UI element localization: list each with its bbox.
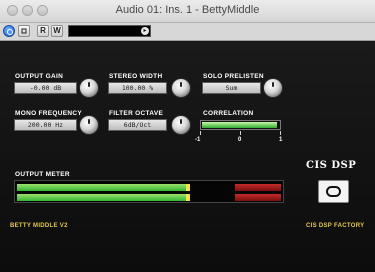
correlation-scale-mid: 0	[238, 137, 242, 143]
correlation-scale-min: -1	[195, 137, 201, 143]
power-button[interactable]	[3, 25, 15, 37]
stereo-width-label: STEREO WIDTH	[109, 73, 163, 80]
output-meter-left-peak	[186, 184, 190, 191]
correlation-label: CORRELATION	[203, 110, 254, 117]
output-meter-right-channel	[17, 194, 281, 201]
knob-indicator	[180, 119, 182, 124]
stereo-width-knob[interactable]	[172, 79, 190, 97]
correlation-tick	[200, 131, 201, 135]
output-gain-label: OUTPUT GAIN	[15, 73, 64, 80]
bypass-icon	[21, 28, 27, 34]
host-toolbar: R W ▸	[0, 23, 375, 41]
preset-selector[interactable]: ▸	[68, 25, 151, 37]
mono-frequency-label: MONO FREQUENCY	[15, 110, 83, 117]
window-titlebar: Audio 01: Ins. 1 - BettyMiddle	[0, 0, 375, 23]
output-meter-left-red-zone	[235, 184, 281, 191]
correlation-scale-max: 1	[279, 137, 283, 143]
output-meter	[14, 180, 284, 203]
correlation-meter	[200, 120, 281, 130]
correlation-tick	[280, 131, 281, 135]
read-automation-button[interactable]: R	[37, 25, 49, 37]
output-meter-left-fill	[17, 184, 186, 191]
write-automation-button[interactable]: W	[51, 25, 63, 37]
bypass-button[interactable]	[18, 25, 30, 37]
knob-indicator	[180, 82, 182, 87]
filter-octave-knob[interactable]	[172, 116, 190, 134]
preset-menu-icon[interactable]: ▸	[141, 27, 149, 35]
output-gain-value[interactable]: -0.00 dB	[14, 82, 77, 94]
output-meter-label: OUTPUT METER	[15, 171, 70, 178]
solo-prelisten-label: SOLO PRELISTEN	[203, 73, 264, 80]
product-name: BETTY MIDDLE V2	[10, 223, 68, 229]
cis-dsp-logo-text: CIS DSP	[306, 160, 357, 171]
solo-prelisten-value[interactable]: Sum	[202, 82, 261, 94]
stereo-width-value[interactable]: 100.00 %	[108, 82, 167, 94]
maker-name: CIS DSP FACTORY	[306, 223, 365, 229]
output-gain-knob[interactable]	[80, 79, 98, 97]
mono-frequency-value[interactable]: 200.00 Hz	[14, 119, 77, 131]
output-meter-right-fill	[17, 194, 186, 201]
output-meter-right-red-zone	[235, 194, 281, 201]
output-meter-left-channel	[17, 184, 281, 191]
window-title: Audio 01: Ins. 1 - BettyMiddle	[115, 4, 260, 16]
filter-octave-label: FILTER OCTAVE	[109, 110, 164, 117]
output-meter-right-peak	[186, 194, 190, 201]
solo-prelisten-knob[interactable]	[264, 79, 282, 97]
knob-indicator	[88, 82, 90, 87]
knob-indicator	[272, 82, 274, 87]
mono-frequency-knob[interactable]	[80, 116, 98, 134]
correlation-meter-fill	[202, 122, 277, 128]
correlation-tick	[240, 131, 241, 135]
cis-logo-icon	[326, 186, 341, 197]
filter-octave-value[interactable]: 6dB/Oct	[108, 119, 167, 131]
knob-indicator	[88, 119, 90, 124]
cis-dsp-logo-button[interactable]	[318, 180, 349, 203]
